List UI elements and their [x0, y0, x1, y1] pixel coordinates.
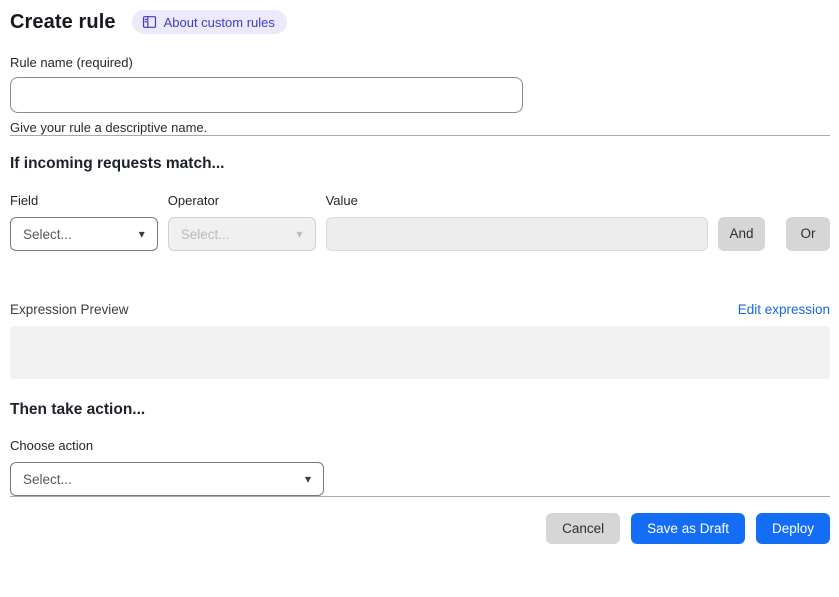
footer-buttons: Cancel Save as Draft Deploy — [10, 513, 830, 544]
rule-name-label: Rule name (required) — [10, 55, 133, 70]
caret-down-icon: ▾ — [304, 472, 311, 486]
value-label: Value — [325, 193, 358, 208]
operator-label: Operator — [167, 193, 220, 208]
about-custom-rules-label: About custom rules — [163, 14, 275, 30]
field-column: Field Select... ▾ — [10, 193, 158, 251]
rule-name-helper: Give your rule a descriptive name. — [10, 120, 208, 135]
expression-header: Expression Preview Edit expression — [10, 302, 830, 317]
caret-down-icon: ▾ — [296, 227, 303, 241]
field-select-value: Select... — [23, 226, 72, 242]
create-rule-page: Create rule About custom rules Rule name… — [10, 10, 830, 544]
page-title: Create rule — [10, 10, 116, 33]
expression-section: Expression Preview Edit expression — [10, 302, 830, 379]
edit-expression-link[interactable]: Edit expression — [738, 302, 830, 317]
deploy-button[interactable]: Deploy — [755, 513, 830, 544]
value-column: Value — [325, 193, 708, 251]
and-button[interactable]: And — [718, 217, 765, 251]
and-or-group: And Or — [718, 217, 830, 251]
choose-action-select-value: Select... — [23, 471, 72, 487]
rule-name-section: Rule name (required) Give your rule a de… — [10, 55, 830, 135]
operator-select: Select... ▾ — [167, 217, 316, 251]
divider — [10, 135, 830, 136]
page-header: Create rule About custom rules — [10, 10, 830, 34]
cancel-button[interactable]: Cancel — [546, 513, 621, 544]
caret-down-icon: ▾ — [138, 227, 145, 241]
or-button[interactable]: Or — [786, 217, 830, 251]
operator-column: Operator Select... ▾ — [167, 193, 316, 251]
divider — [10, 496, 830, 497]
expression-preview-label: Expression Preview — [10, 302, 129, 317]
field-select[interactable]: Select... ▾ — [10, 217, 158, 251]
book-icon — [142, 15, 157, 29]
about-custom-rules-link[interactable]: About custom rules — [131, 10, 287, 34]
rule-name-input[interactable] — [10, 77, 523, 113]
footer: Cancel Save as Draft Deploy — [10, 496, 830, 544]
choose-action-select[interactable]: Select... ▾ — [10, 462, 324, 496]
choose-action-label: Choose action — [10, 438, 94, 453]
condition-row: Field Select... ▾ Operator Select... ▾ V… — [10, 193, 830, 251]
match-section: If incoming requests match... Field Sele… — [10, 155, 830, 251]
match-section-heading: If incoming requests match... — [10, 155, 225, 172]
expression-preview-box — [10, 326, 830, 379]
value-input — [325, 217, 708, 251]
action-section-heading: Then take action... — [10, 401, 146, 418]
action-section: Then take action... Choose action Select… — [10, 401, 830, 496]
field-label: Field — [10, 193, 39, 208]
operator-select-value: Select... — [180, 226, 230, 242]
save-as-draft-button[interactable]: Save as Draft — [631, 513, 745, 544]
